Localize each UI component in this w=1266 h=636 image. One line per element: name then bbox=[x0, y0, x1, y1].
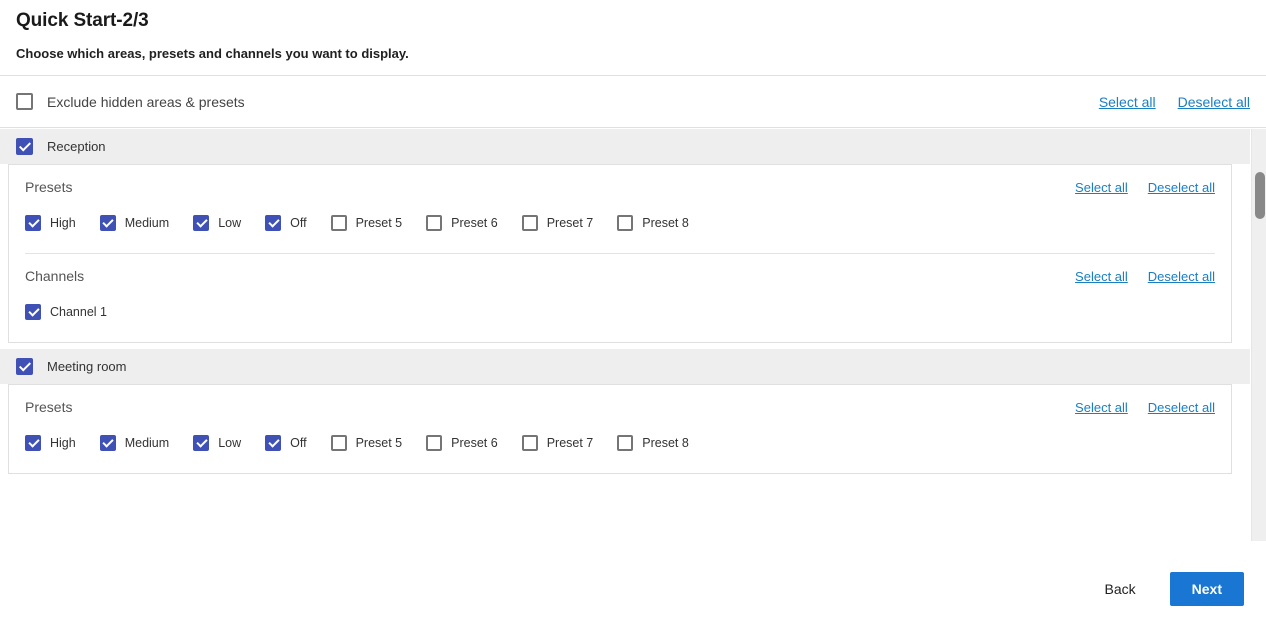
channel-item[interactable]: Channel 1 bbox=[25, 304, 107, 320]
next-button[interactable]: Next bbox=[1169, 571, 1244, 606]
preset-item[interactable]: Off bbox=[265, 215, 307, 231]
preset-item[interactable]: Off bbox=[265, 435, 307, 451]
deselect-all-link-global[interactable]: Deselect all bbox=[1178, 94, 1250, 110]
area-row[interactable]: Reception bbox=[0, 129, 1250, 164]
preset-label: Preset 6 bbox=[451, 436, 498, 450]
area-row[interactable]: Meeting room bbox=[0, 349, 1250, 384]
preset-checkbox[interactable] bbox=[25, 435, 41, 451]
preset-label: Preset 7 bbox=[546, 436, 594, 450]
presets-item-list: High Medium Low Off Preset 5 Preset 6 Preset 7… bbox=[25, 429, 1215, 473]
preset-label: Medium bbox=[124, 216, 170, 230]
preset-label: Preset 5 bbox=[355, 436, 403, 450]
preset-item[interactable]: Low bbox=[193, 435, 241, 451]
preset-label: Preset 5 bbox=[355, 216, 403, 230]
preset-checkbox[interactable] bbox=[193, 435, 210, 451]
preset-label: High bbox=[50, 436, 76, 450]
preset-checkbox[interactable] bbox=[99, 435, 116, 451]
preset-label: Preset 8 bbox=[642, 216, 689, 230]
area-checkbox[interactable] bbox=[16, 358, 33, 375]
channels-section-title: Channels bbox=[25, 268, 85, 284]
preset-label: Off bbox=[290, 436, 307, 450]
exclude-hidden-control[interactable]: Exclude hidden areas & presets bbox=[16, 93, 245, 110]
page-header: Quick Start-2/3 Choose which areas, pres… bbox=[0, 0, 1266, 76]
preset-item[interactable]: Preset 6 bbox=[426, 215, 498, 231]
presets-section-links: Select all Deselect all bbox=[1075, 400, 1215, 415]
preset-label: Medium bbox=[124, 436, 170, 450]
preset-checkbox[interactable] bbox=[617, 435, 634, 451]
preset-checkbox[interactable] bbox=[330, 435, 347, 451]
exclude-hidden-label: Exclude hidden areas & presets bbox=[47, 93, 245, 110]
preset-label: Low bbox=[218, 436, 242, 450]
preset-label: Preset 8 bbox=[642, 436, 689, 450]
preset-checkbox[interactable] bbox=[617, 215, 634, 231]
presets-section-header: Presets Select all Deselect all bbox=[25, 385, 1215, 429]
preset-checkbox[interactable] bbox=[25, 215, 41, 231]
area-gap bbox=[0, 474, 1250, 480]
preset-item[interactable]: High bbox=[25, 435, 76, 451]
presets-section-header: Presets Select all Deselect all bbox=[25, 165, 1215, 209]
preset-checkbox[interactable] bbox=[426, 215, 443, 231]
presets-item-list: High Medium Low Off Preset 5 Preset 6 Preset 7… bbox=[25, 209, 1215, 253]
presets-section-title: Presets bbox=[25, 179, 73, 195]
deselect-all-link-channels[interactable]: Deselect all bbox=[1148, 269, 1215, 284]
channels-item-list: Channel 1 bbox=[25, 298, 1215, 342]
channels-section: Channels Select all Deselect all Channel 1 bbox=[9, 254, 1231, 342]
page-subtitle: Choose which areas, presets and channels… bbox=[16, 46, 409, 61]
presets-section: Presets Select all Deselect all High Medium L… bbox=[9, 165, 1231, 253]
back-button[interactable]: Back bbox=[1095, 573, 1146, 605]
exclude-hidden-checkbox[interactable] bbox=[16, 93, 33, 110]
select-all-link-channels[interactable]: Select all bbox=[1075, 269, 1128, 284]
preset-item[interactable]: High bbox=[25, 215, 76, 231]
wizard-footer: Back Next bbox=[0, 541, 1266, 636]
channels-section-header: Channels Select all Deselect all bbox=[25, 254, 1215, 298]
select-all-link-global[interactable]: Select all bbox=[1099, 94, 1156, 110]
preset-label: Preset 7 bbox=[546, 216, 594, 230]
preset-item[interactable]: Preset 6 bbox=[426, 435, 498, 451]
area-detail-card: Presets Select all Deselect all High Medium L… bbox=[8, 384, 1232, 474]
vertical-scrollbar-thumb[interactable] bbox=[1255, 172, 1265, 219]
area-detail-card: Presets Select all Deselect all High Medium L… bbox=[8, 164, 1232, 343]
preset-checkbox[interactable] bbox=[99, 215, 116, 231]
preset-item[interactable]: Preset 5 bbox=[330, 215, 403, 231]
toolbar-actions: Select all Deselect all bbox=[1099, 94, 1250, 110]
preset-item[interactable]: Preset 7 bbox=[521, 215, 594, 231]
presets-section-title: Presets bbox=[25, 399, 73, 415]
preset-item[interactable]: Preset 8 bbox=[617, 435, 689, 451]
deselect-all-link-presets[interactable]: Deselect all bbox=[1148, 180, 1215, 195]
presets-section-links: Select all Deselect all bbox=[1075, 180, 1215, 195]
areas-scroll-region[interactable]: Reception Presets Select all Deselect all Hi… bbox=[0, 129, 1266, 541]
preset-checkbox[interactable] bbox=[265, 215, 282, 231]
preset-item[interactable]: Preset 7 bbox=[521, 435, 594, 451]
channels-section-links: Select all Deselect all bbox=[1075, 269, 1215, 284]
channel-label: Channel 1 bbox=[50, 305, 107, 319]
preset-item[interactable]: Medium bbox=[99, 215, 170, 231]
preset-checkbox[interactable] bbox=[426, 435, 443, 451]
preset-label: High bbox=[50, 216, 76, 230]
deselect-all-link-presets[interactable]: Deselect all bbox=[1148, 400, 1215, 415]
area-label: Reception bbox=[47, 139, 106, 154]
area-label: Meeting room bbox=[47, 359, 127, 374]
select-all-link-presets[interactable]: Select all bbox=[1075, 180, 1128, 195]
presets-section: Presets Select all Deselect all High Medium L… bbox=[9, 385, 1231, 473]
area-checkbox[interactable] bbox=[16, 138, 33, 155]
areas-list: Reception Presets Select all Deselect all Hi… bbox=[0, 129, 1250, 480]
preset-checkbox[interactable] bbox=[193, 215, 210, 231]
preset-label: Off bbox=[290, 216, 307, 230]
preset-checkbox[interactable] bbox=[265, 435, 282, 451]
vertical-scrollbar-track[interactable] bbox=[1251, 129, 1266, 541]
preset-item[interactable]: Medium bbox=[99, 435, 170, 451]
preset-item[interactable]: Low bbox=[193, 215, 241, 231]
preset-label: Low bbox=[218, 216, 242, 230]
preset-checkbox[interactable] bbox=[330, 215, 347, 231]
preset-item[interactable]: Preset 5 bbox=[330, 435, 403, 451]
page-title: Quick Start-2/3 bbox=[16, 10, 149, 31]
preset-item[interactable]: Preset 8 bbox=[617, 215, 689, 231]
preset-checkbox[interactable] bbox=[521, 435, 538, 451]
toolbar: Exclude hidden areas & presets Select al… bbox=[0, 76, 1266, 128]
select-all-link-presets[interactable]: Select all bbox=[1075, 400, 1128, 415]
preset-label: Preset 6 bbox=[451, 216, 498, 230]
preset-checkbox[interactable] bbox=[521, 215, 538, 231]
channel-checkbox[interactable] bbox=[25, 304, 41, 320]
